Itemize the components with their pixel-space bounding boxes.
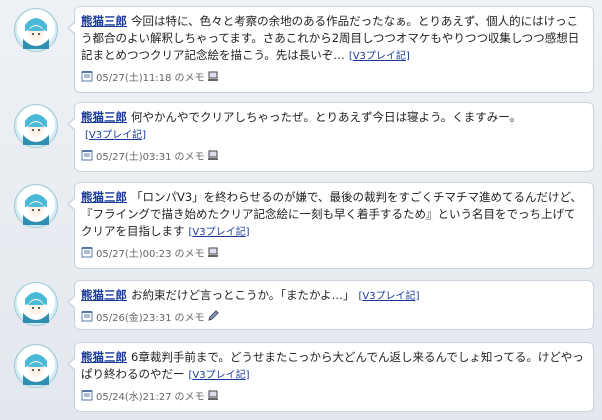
post-bubble: 熊猫三郎 6章裁判手前まで。どうせまたこっから大どんでん返し来るんでしょ知ってる。… xyxy=(67,342,594,412)
author-link[interactable]: 熊猫三郎 xyxy=(81,288,127,302)
tag-link-wrapper: [V3プレイ記] xyxy=(349,51,410,62)
post-meta: 05/26(金)23:31 のメモ xyxy=(81,309,585,324)
post-item: 熊猫三郎 お約束だけど言っとこうか。「またかよ…」 [V3プレイ記] 05/26(金… xyxy=(14,280,598,330)
memo-label: のメモ xyxy=(174,312,205,324)
memo-icon xyxy=(81,149,93,161)
memo-icon xyxy=(81,310,93,322)
post-item: 熊猫三郎 何やかんやでクリアしちゃったぜ。とりあえず今日は寝よう。くますみー。 [V… xyxy=(14,102,598,172)
memo-icon xyxy=(81,70,93,82)
avatar[interactable] xyxy=(14,282,58,326)
tag-link-wrapper: [V3プレイ記] xyxy=(85,130,146,141)
pc-icon xyxy=(207,389,219,401)
post-bubble: 熊猫三郎 何やかんやでクリアしちゃったぜ。とりあえず今日は寝よう。くますみー。 [V… xyxy=(67,102,594,172)
avatar[interactable] xyxy=(14,104,58,148)
tag-link[interactable]: V3プレイ記 xyxy=(89,130,142,141)
memo-label: のメモ xyxy=(174,72,205,84)
post-bubble: 熊猫三郎 「ロンパV3」を終わらせるのが嫌で、最後の裁判をすごくチマチマ進めてるん… xyxy=(67,182,594,269)
tag-bracket-close: ] xyxy=(245,370,250,381)
post-body: お約束だけど言っとこうか。「またかよ…」 xyxy=(131,288,355,302)
tag-link-wrapper: [V3プレイ記] xyxy=(358,291,419,302)
memo-label: のメモ xyxy=(174,151,205,163)
tag-link[interactable]: V3プレイ記 xyxy=(362,291,415,302)
author-link[interactable]: 熊猫三郎 xyxy=(81,110,127,124)
timestamp[interactable]: 05/24(水)21:27 xyxy=(96,388,171,403)
post-bubble: 熊猫三郎 今回は特に、色々と考察の余地のある作品だったなぁ。とりあえず、個人的には… xyxy=(67,6,594,93)
tag-bracket-close: ] xyxy=(415,291,420,302)
timestamp[interactable]: 05/26(金)23:31 xyxy=(96,309,171,324)
avatar[interactable] xyxy=(14,8,58,52)
post-item: 熊猫三郎 6章裁判手前まで。どうせまたこっから大どんでん返し来るんでしょ知ってる。… xyxy=(14,342,598,412)
post-body: 6章裁判手前まで。どうせまたこっから大どんでん返し来るんでしょ知ってる。けどやっ… xyxy=(81,350,584,381)
post-meta: 05/27(土)11:18 のメモ xyxy=(81,69,585,84)
author-link[interactable]: 熊猫三郎 xyxy=(81,14,127,28)
post-meta: 05/24(水)21:27 のメモ xyxy=(81,388,585,403)
post-bubble: 熊猫三郎 お約束だけど言っとこうか。「またかよ…」 [V3プレイ記] 05/26(金… xyxy=(67,280,594,330)
tag-link[interactable]: V3プレイ記 xyxy=(192,370,245,381)
memo-icon xyxy=(81,389,93,401)
post-meta: 05/27(土)03:31 のメモ xyxy=(81,148,585,163)
avatar[interactable] xyxy=(14,184,58,228)
memo-label: のメモ xyxy=(174,248,205,260)
timestamp[interactable]: 05/27(土)11:18 xyxy=(96,69,171,84)
tag-bracket-close: ] xyxy=(245,227,250,238)
timeline: 熊猫三郎 今回は特に、色々と考察の余地のある作品だったなぁ。とりあえず、個人的には… xyxy=(0,0,602,420)
pc-icon xyxy=(207,149,219,161)
tag-link[interactable]: V3プレイ記 xyxy=(353,51,406,62)
tag-bracket-close: ] xyxy=(405,51,410,62)
timestamp[interactable]: 05/27(土)00:23 xyxy=(96,245,171,260)
post-body: 今回は特に、色々と考察の余地のある作品だったなぁ。とりあえず、個人的にはけっこう… xyxy=(81,14,580,62)
pc-icon xyxy=(207,246,219,258)
tag-link[interactable]: V3プレイ記 xyxy=(192,227,245,238)
memo-icon xyxy=(81,246,93,258)
tag-bracket-close: ] xyxy=(142,130,147,141)
author-link[interactable]: 熊猫三郎 xyxy=(81,350,127,364)
pen-icon xyxy=(207,310,220,322)
post-body: 何やかんやでクリアしちゃったぜ。とりあえず今日は寝よう。くますみー。 xyxy=(131,110,522,124)
post-item: 熊猫三郎 今回は特に、色々と考察の余地のある作品だったなぁ。とりあえず、個人的には… xyxy=(14,6,598,93)
tag-link-wrapper: [V3プレイ記] xyxy=(189,227,250,238)
pc-icon xyxy=(207,70,219,82)
post-item: 熊猫三郎 「ロンパV3」を終わらせるのが嫌で、最後の裁判をすごくチマチマ進めてるん… xyxy=(14,182,598,269)
memo-label: のメモ xyxy=(174,391,205,403)
post-body: 「ロンパV3」を終わらせるのが嫌で、最後の裁判をすごくチマチマ進めてるんだけど、… xyxy=(81,190,582,238)
post-meta: 05/27(土)00:23 のメモ xyxy=(81,245,585,260)
timestamp[interactable]: 05/27(土)03:31 xyxy=(96,148,171,163)
author-link[interactable]: 熊猫三郎 xyxy=(81,190,127,204)
tag-link-wrapper: [V3プレイ記] xyxy=(189,370,250,381)
avatar[interactable] xyxy=(14,344,58,388)
